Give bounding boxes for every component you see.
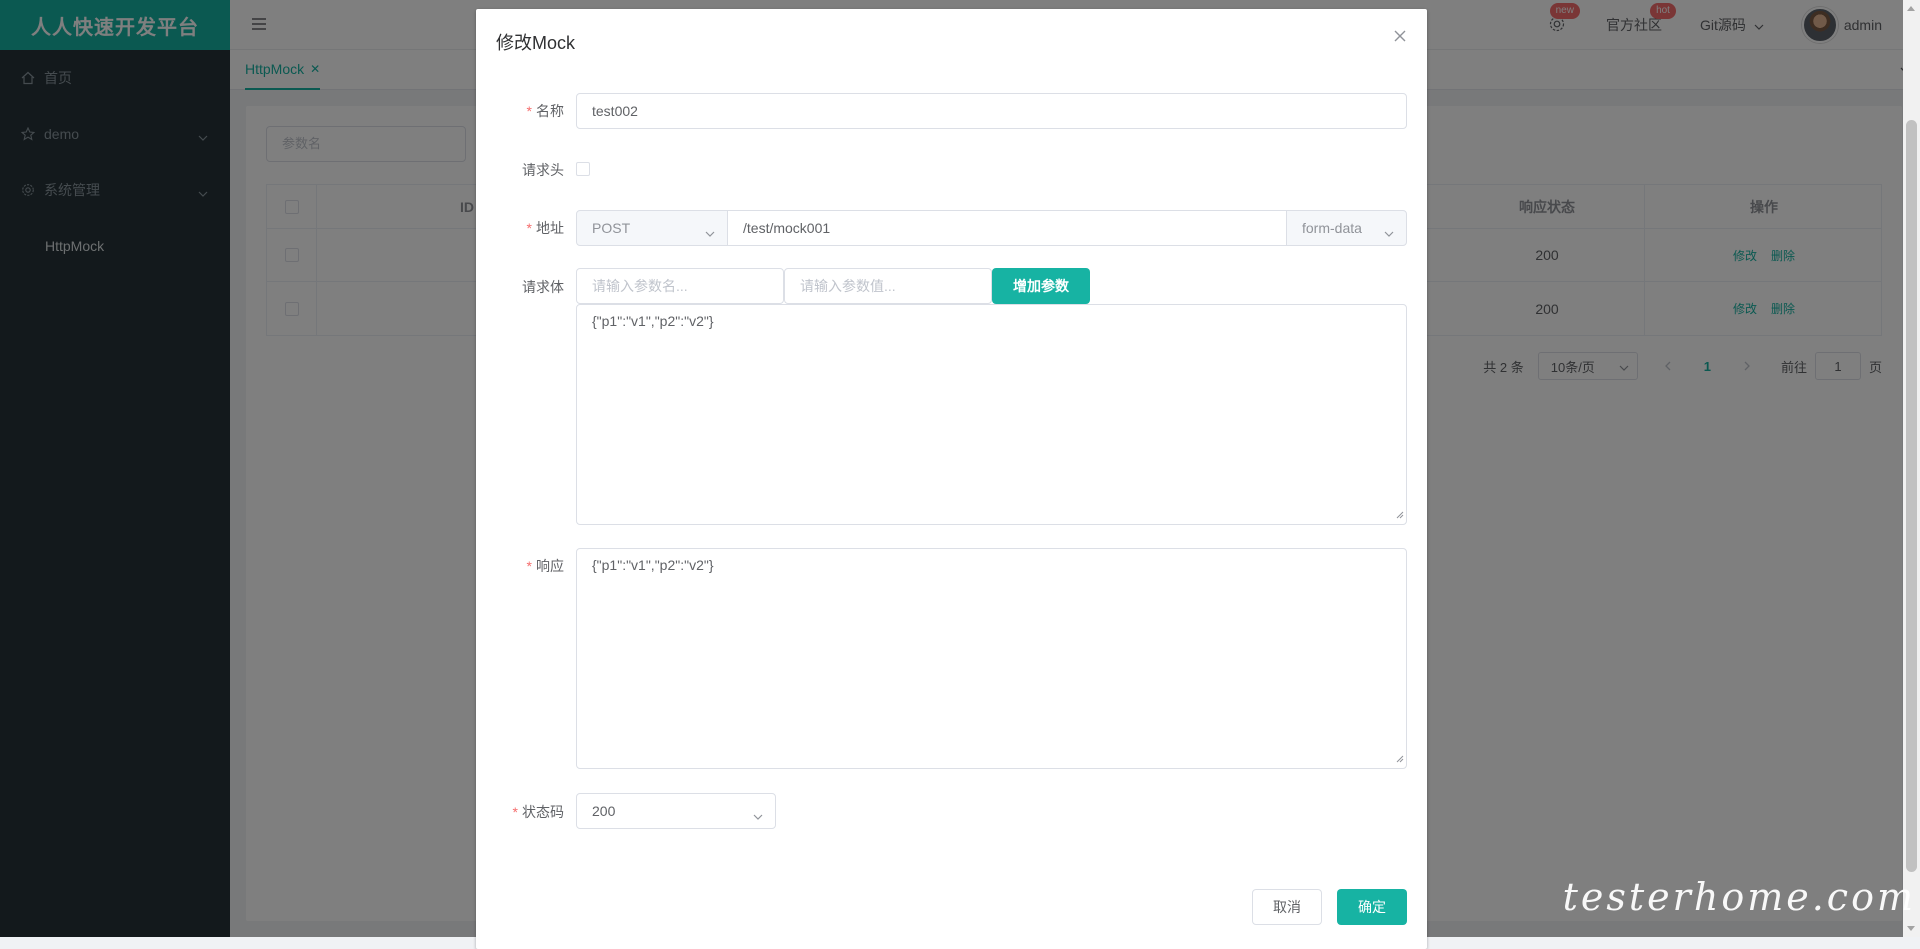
status-code-label: * 状态码 [512, 804, 564, 820]
body-text: {"p1":"v1","p2":"v2"} [592, 313, 714, 329]
app-root: 人人快速开发平台 首页 demo 系统管理 Http [0, 0, 1920, 949]
confirm-button[interactable]: 确定 [1337, 889, 1407, 925]
add-param-button[interactable]: 增加参数 [992, 268, 1090, 304]
chevron-down-icon [753, 807, 763, 823]
name-label: * 名称 [526, 103, 564, 119]
close-icon[interactable] [1393, 29, 1407, 46]
watermark: testerhome.com [1562, 875, 1916, 919]
method-select[interactable]: POST [576, 210, 728, 246]
cancel-button[interactable]: 取消 [1252, 889, 1322, 925]
response-text: {"p1":"v1","p2":"v2"} [592, 557, 714, 573]
chevron-down-icon [705, 224, 715, 240]
response-label: * 响应 [526, 558, 564, 574]
headers-label: 请求头 [522, 162, 564, 178]
method-value: POST [592, 220, 631, 236]
content-type-value: form-data [1302, 220, 1362, 236]
body-textarea[interactable]: {"p1":"v1","p2":"v2"} [576, 304, 1407, 525]
body-label: 请求体 [522, 279, 564, 295]
scrollbar-thumb[interactable] [1906, 120, 1917, 872]
status-code-select[interactable]: 200 [576, 793, 776, 829]
name-field[interactable]: test002 [576, 93, 1407, 129]
url-label: * 地址 [526, 220, 564, 236]
page-scrollbar[interactable] [1903, 0, 1920, 937]
param-value-input[interactable]: 请输入参数值... [784, 268, 992, 304]
chevron-down-icon [1384, 224, 1394, 240]
headers-checkbox[interactable] [576, 162, 590, 176]
dialog-title: 修改Mock [496, 33, 576, 53]
content-type-select[interactable]: form-data [1286, 210, 1407, 246]
resize-handle-icon[interactable] [1396, 506, 1404, 522]
edit-mock-dialog: 修改Mock * 名称 test002 请求头 * 地址 POST /test/mo… [476, 9, 1427, 949]
url-field[interactable]: /test/mock001 [727, 210, 1287, 246]
resize-handle-icon[interactable] [1396, 750, 1404, 766]
response-textarea[interactable]: {"p1":"v1","p2":"v2"} [576, 548, 1407, 769]
param-name-input[interactable]: 请输入参数名... [576, 268, 784, 304]
status-code-value: 200 [592, 803, 616, 819]
